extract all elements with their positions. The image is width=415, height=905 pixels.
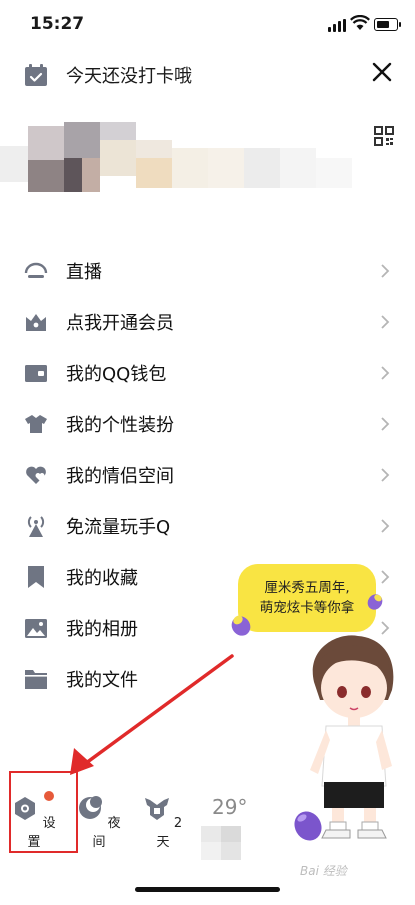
weather-location-blurred [201, 826, 241, 860]
menu-item-free-data[interactable]: 免流量玩手Q [0, 501, 415, 551]
vip-crown-icon [26, 314, 46, 331]
wallet-icon [25, 365, 47, 382]
promo-bubble[interactable]: 厘米秀五周年, 萌宠炫卡等你拿 [238, 564, 376, 632]
live-icon [24, 262, 48, 278]
menu-item-label: 我的收藏 [66, 568, 138, 589]
winged-badge-icon [144, 798, 169, 820]
chevron-right-icon [381, 315, 390, 329]
menu-item-label: 免流量玩手Q [66, 517, 171, 538]
chevron-right-icon [381, 570, 390, 584]
watermark: Bai 经验 [300, 864, 347, 878]
moon-icon [79, 796, 103, 819]
photo-album-icon [25, 619, 47, 638]
menu-item-vip[interactable]: 点我开通会员 [0, 297, 415, 347]
cellular-signal-icon [328, 19, 346, 32]
menu-item-label: 我的个性装扮 [66, 415, 174, 436]
qr-code-icon[interactable] [374, 126, 394, 146]
streak-days-button[interactable]: 2天 [138, 795, 188, 850]
annotation-arrow [70, 654, 234, 775]
shirt-icon [25, 415, 47, 433]
menu-item-couple-space[interactable]: 我的情侣空间 [0, 450, 415, 500]
candy-icon [367, 594, 383, 610]
menu-item-label: 点我开通会员 [66, 313, 174, 334]
chevron-right-icon [381, 468, 390, 482]
status-time: 15:27 [30, 14, 85, 34]
menu-item-label: 我的相册 [66, 619, 138, 640]
candy-icon [231, 615, 251, 636]
battery-icon [374, 18, 401, 31]
menu-item-label: 我的情侣空间 [66, 466, 174, 487]
menu-item-wallet[interactable]: 我的QQ钱包 [0, 348, 415, 398]
cartoon-character-image[interactable] [300, 630, 405, 845]
chevron-right-icon [381, 417, 390, 431]
menu-item-label: 直播 [66, 262, 102, 283]
menu-item-label: 我的QQ钱包 [66, 364, 167, 385]
couple-hearts-icon [26, 466, 46, 484]
promo-line-1: 厘米秀五周年, [264, 580, 350, 596]
chevron-right-icon [381, 366, 390, 380]
bookmark-icon [28, 566, 44, 588]
annotation-highlight-box [9, 771, 78, 853]
days-label: 2天 [156, 816, 183, 850]
night-label: 夜间 [92, 816, 121, 850]
close-icon[interactable] [370, 60, 394, 84]
weather-temperature[interactable]: 29° [212, 795, 247, 819]
chevron-right-icon [381, 519, 390, 533]
promo-line-2: 萌宠炫卡等你拿 [259, 600, 355, 616]
wifi-icon [350, 15, 370, 30]
calendar-check-icon [25, 64, 47, 86]
night-mode-button[interactable]: 夜间 [74, 795, 124, 850]
folder-icon [25, 670, 47, 689]
checkin-row[interactable]: 今天还没打卡哦 [24, 62, 192, 88]
checkin-text: 今天还没打卡哦 [66, 66, 192, 87]
home-indicator[interactable] [135, 887, 280, 892]
menu-item-theme[interactable]: 我的个性装扮 [0, 399, 415, 449]
profile-blurred[interactable] [0, 122, 360, 192]
antenna-icon [27, 516, 45, 537]
menu-item-live[interactable]: 直播 [0, 246, 415, 296]
chevron-right-icon [381, 264, 390, 278]
